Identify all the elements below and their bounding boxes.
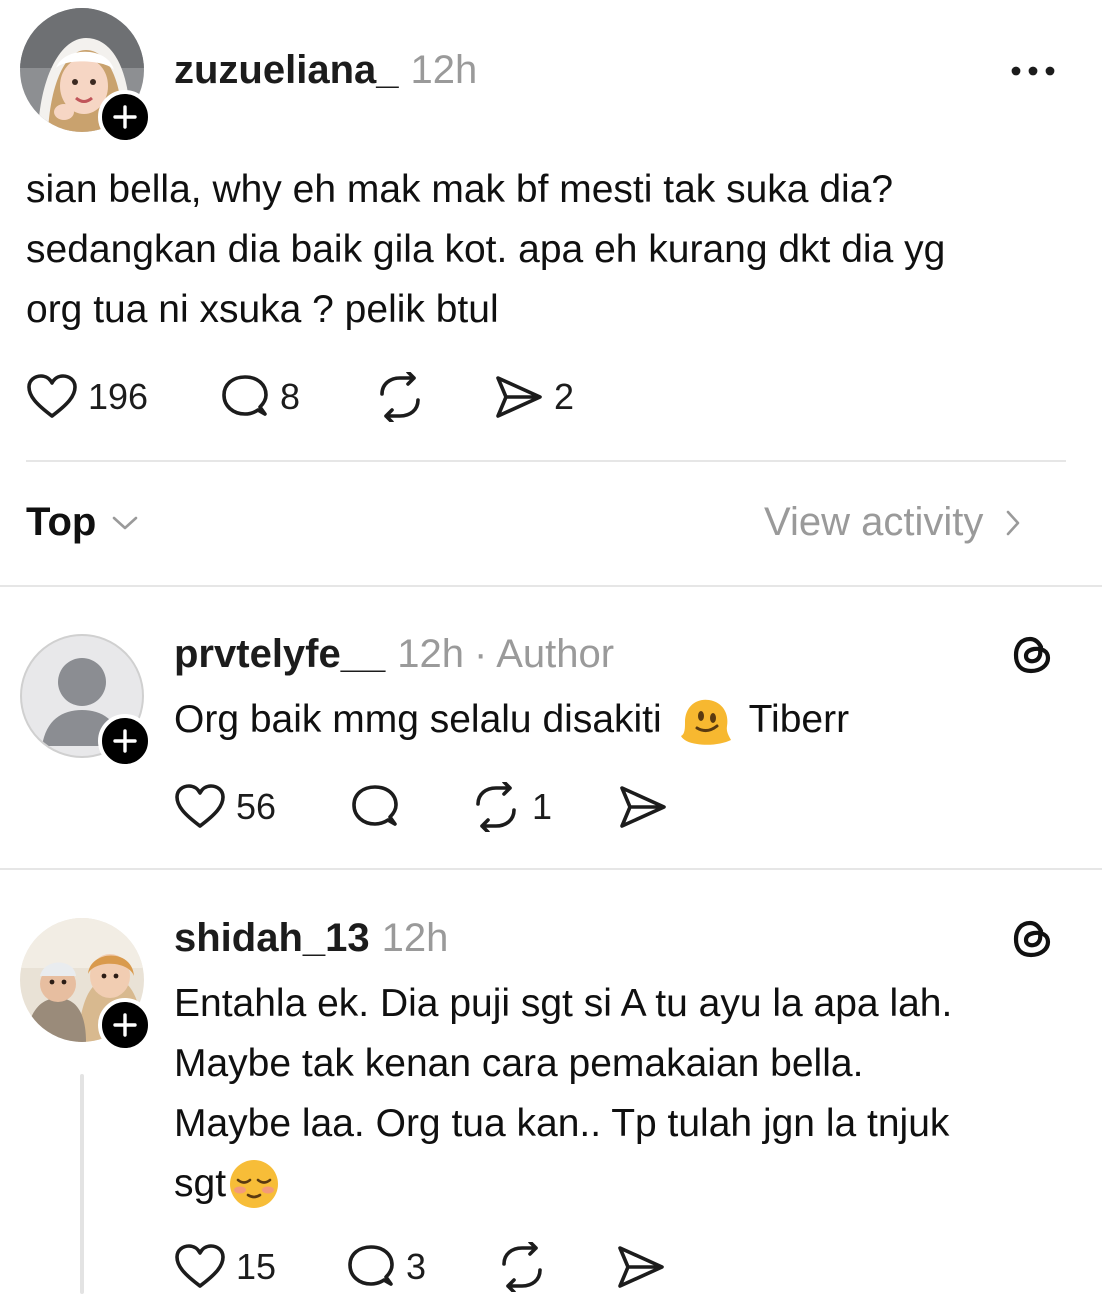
reply-text: Org baik mmg selalu disakiti Tiberr bbox=[174, 690, 1074, 750]
comment-button[interactable]: 3 bbox=[346, 1244, 426, 1290]
reply-text-line-last: sgt bbox=[174, 1154, 1084, 1214]
divider bbox=[26, 460, 1066, 462]
post-time: 12h bbox=[410, 48, 478, 92]
view-activity-link[interactable]: View activity bbox=[764, 500, 1021, 545]
reply-username-row: shidah_13 12h bbox=[174, 916, 448, 961]
heart-icon bbox=[175, 1244, 225, 1288]
share-count: 2 bbox=[554, 376, 575, 417]
post-text: sian bella, why eh mak mak bf mesti tak … bbox=[26, 160, 1086, 340]
follow-plus-icon[interactable] bbox=[98, 998, 152, 1052]
reply-text-line: Maybe laa. Org tua kan.. Tp tulah jgn la… bbox=[174, 1102, 950, 1145]
post-text-line: sedangkan dia baik gila kot. apa eh kura… bbox=[26, 228, 946, 271]
threads-icon[interactable] bbox=[1010, 632, 1056, 678]
comment-count: 3 bbox=[406, 1246, 427, 1287]
sort-label: Top bbox=[26, 500, 97, 544]
share-icon bbox=[496, 376, 542, 418]
comment-count: 8 bbox=[280, 376, 301, 417]
like-count: 196 bbox=[88, 376, 149, 417]
reply-text-after: Tiberr bbox=[748, 698, 850, 741]
post-username-row: zuzueliana_ 12h bbox=[174, 48, 477, 93]
post-username[interactable]: zuzueliana_ bbox=[174, 48, 399, 92]
repost-icon bbox=[380, 372, 420, 422]
comment-icon bbox=[348, 1245, 394, 1286]
follow-plus-icon[interactable] bbox=[98, 714, 152, 768]
heart-icon bbox=[175, 784, 225, 828]
repost-count: 1 bbox=[532, 786, 553, 827]
reply-text-line: Maybe tak kenan cara pemakaian bella. bbox=[174, 1042, 864, 1085]
reply-time: 12h bbox=[397, 632, 464, 676]
thread-line bbox=[80, 1074, 84, 1294]
share-button[interactable] bbox=[618, 784, 668, 830]
share-icon bbox=[618, 1246, 664, 1288]
comment-icon bbox=[352, 785, 398, 826]
reply-username-row: prvtelyfe__ 12h · Author bbox=[174, 632, 614, 677]
reply-username[interactable]: prvtelyfe__ bbox=[174, 632, 385, 676]
reply-text: Entahla ek. Dia puji sgt si A tu ayu la … bbox=[174, 974, 1084, 1214]
reply-username[interactable]: shidah_13 bbox=[174, 916, 370, 960]
like-button[interactable]: 15 bbox=[174, 1244, 276, 1290]
post-text-line: org tua ni xsuka ? pelik btul bbox=[26, 288, 499, 331]
author-label: · Author bbox=[473, 632, 615, 676]
heart-icon bbox=[27, 374, 77, 418]
like-button[interactable]: 56 bbox=[174, 784, 276, 830]
repost-button[interactable] bbox=[496, 1242, 548, 1292]
repost-icon bbox=[476, 782, 516, 832]
follow-plus-icon[interactable] bbox=[98, 90, 152, 144]
comment-icon bbox=[222, 375, 268, 416]
like-count: 15 bbox=[236, 1246, 277, 1287]
divider bbox=[0, 585, 1102, 587]
repost-button[interactable]: 1 bbox=[470, 782, 552, 832]
share-icon bbox=[620, 786, 666, 828]
divider bbox=[0, 868, 1102, 870]
chevron-right-icon bbox=[1007, 510, 1020, 535]
comment-button[interactable]: 8 bbox=[220, 374, 300, 420]
post-text-line: sian bella, why eh mak mak bf mesti tak … bbox=[26, 168, 894, 211]
view-activity-label: View activity bbox=[764, 500, 984, 544]
sort-dropdown[interactable]: Top bbox=[26, 500, 138, 545]
melting-face-emoji bbox=[680, 699, 731, 745]
comment-button[interactable] bbox=[350, 784, 400, 830]
chevron-down-icon bbox=[113, 516, 138, 529]
share-button[interactable]: 2 bbox=[494, 374, 574, 420]
reply-text-before: Org baik mmg selalu disakiti bbox=[174, 698, 662, 741]
reply-time: 12h bbox=[381, 916, 449, 960]
more-icon[interactable] bbox=[1010, 64, 1056, 78]
repost-icon bbox=[502, 1242, 542, 1292]
threads-icon[interactable] bbox=[1010, 916, 1056, 962]
like-count: 56 bbox=[236, 786, 277, 827]
repost-button[interactable] bbox=[374, 372, 426, 422]
like-button[interactable]: 196 bbox=[26, 374, 148, 420]
relieved-face-emoji bbox=[230, 1160, 279, 1208]
share-button[interactable] bbox=[616, 1244, 666, 1290]
reply-text-line: sgt bbox=[174, 1162, 227, 1205]
reply-text-line: Entahla ek. Dia puji sgt si A tu ayu la … bbox=[174, 982, 953, 1025]
